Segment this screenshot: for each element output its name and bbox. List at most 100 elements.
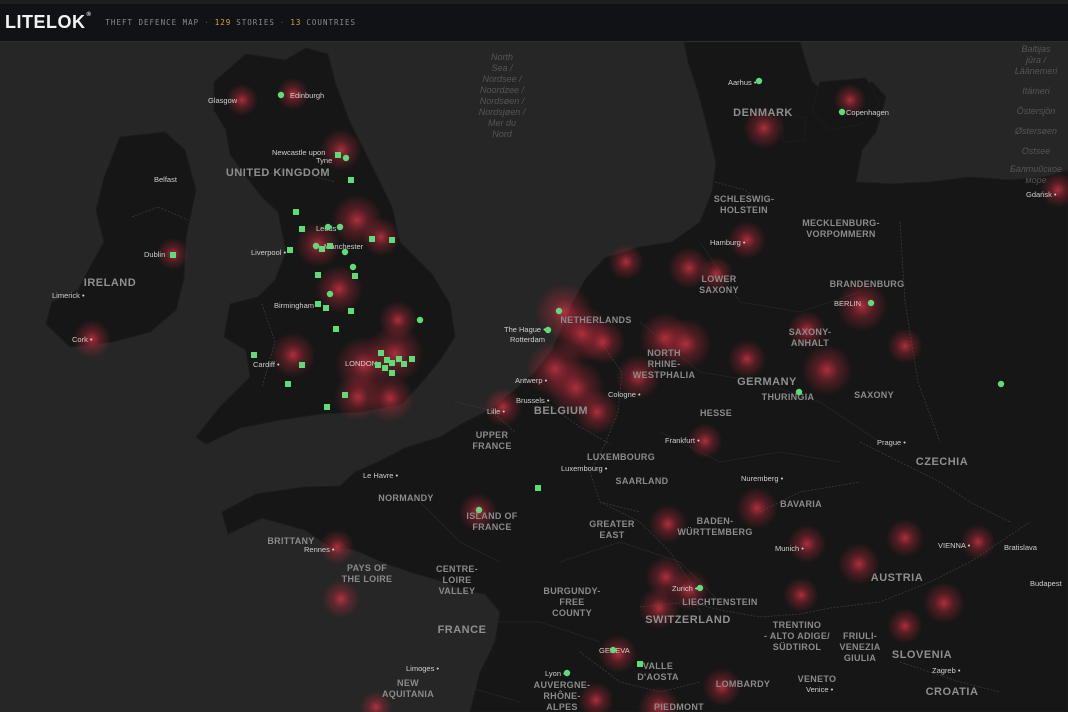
story-marker[interactable]: [319, 246, 325, 252]
story-marker[interactable]: [349, 263, 357, 271]
svg-text:ALPES: ALPES: [546, 702, 578, 712]
svg-text:Hamburg •: Hamburg •: [710, 238, 746, 247]
svg-text:Cork •: Cork •: [72, 335, 93, 344]
story-marker[interactable]: [838, 108, 846, 116]
story-marker[interactable]: [535, 485, 541, 491]
svg-text:LOWER: LOWER: [702, 274, 737, 284]
story-marker[interactable]: [755, 77, 763, 85]
story-marker[interactable]: [293, 209, 299, 215]
svg-text:FRANCE: FRANCE: [472, 522, 511, 532]
svg-text:Bratislava: Bratislava: [1004, 543, 1038, 552]
svg-text:Rennes •: Rennes •: [304, 545, 335, 554]
svg-text:BADEN-: BADEN-: [697, 516, 734, 526]
story-marker[interactable]: [369, 236, 375, 242]
svg-text:AQUITANIA: AQUITANIA: [382, 689, 434, 699]
svg-text:Балтийское: Балтийское: [1010, 164, 1062, 174]
countries-label: COUNTRIES: [306, 18, 357, 27]
story-marker[interactable]: [867, 299, 875, 307]
svg-text:VORPOMMERN: VORPOMMERN: [806, 229, 876, 239]
svg-text:AUVERGNE-: AUVERGNE-: [534, 680, 591, 690]
svg-text:- ALTO ADIGE/: - ALTO ADIGE/: [764, 631, 830, 641]
story-marker[interactable]: [563, 669, 571, 677]
story-marker[interactable]: [389, 370, 395, 376]
story-marker[interactable]: [997, 380, 1005, 388]
svg-text:Liverpool •: Liverpool •: [251, 248, 287, 257]
svg-text:SAXONY: SAXONY: [699, 285, 739, 295]
story-marker[interactable]: [342, 154, 350, 162]
story-marker[interactable]: [324, 404, 330, 410]
svg-text:NORMANDY: NORMANDY: [378, 493, 433, 503]
map-stats: THEFT DEFENCE MAP · 129 STORIES · 13 COU…: [105, 18, 356, 27]
story-marker[interactable]: [795, 388, 803, 396]
story-marker[interactable]: [389, 237, 395, 243]
svg-text:GIULIA: GIULIA: [844, 653, 876, 663]
story-marker[interactable]: [170, 252, 176, 258]
svg-text:Birmingham •: Birmingham •: [274, 301, 319, 310]
svg-text:LIECHTENSTEIN: LIECHTENSTEIN: [682, 597, 757, 607]
svg-text:VENETO: VENETO: [798, 674, 837, 684]
svg-text:MECKLENBURG-: MECKLENBURG-: [802, 218, 880, 228]
story-marker[interactable]: [555, 307, 563, 315]
story-marker[interactable]: [277, 91, 285, 99]
separator: ·: [204, 18, 210, 27]
story-marker[interactable]: [348, 177, 354, 183]
story-marker[interactable]: [312, 242, 320, 250]
svg-text:Edinburgh: Edinburgh: [290, 91, 324, 100]
svg-text:Nuremberg •: Nuremberg •: [741, 474, 784, 483]
story-marker[interactable]: [324, 223, 332, 231]
heat-spot: [321, 579, 361, 619]
svg-text:LOIRE: LOIRE: [442, 575, 471, 585]
story-marker[interactable]: [299, 362, 305, 368]
story-marker[interactable]: [475, 506, 483, 514]
north-sea-label: North: [491, 52, 513, 62]
svg-text:Lyon •: Lyon •: [545, 669, 566, 678]
story-marker[interactable]: [637, 661, 643, 667]
svg-text:Tyne: Tyne: [316, 156, 332, 165]
countries-count: 13: [290, 18, 302, 27]
svg-text:BRANDENBURG: BRANDENBURG: [830, 279, 905, 289]
story-marker[interactable]: [251, 352, 257, 358]
svg-text:Cologne •: Cologne •: [608, 390, 641, 399]
story-marker[interactable]: [375, 362, 381, 368]
story-marker[interactable]: [609, 646, 617, 654]
story-marker[interactable]: [401, 361, 407, 367]
story-marker[interactable]: [696, 584, 704, 592]
svg-text:LOMBARDY: LOMBARDY: [716, 679, 770, 689]
story-marker[interactable]: [287, 247, 293, 253]
story-marker[interactable]: [326, 290, 334, 298]
story-marker[interactable]: [323, 305, 329, 311]
story-marker[interactable]: [348, 308, 354, 314]
map-canvas[interactable]: North Sea / Nordsee / Noordzee / Nordsøe…: [0, 42, 1068, 712]
story-marker[interactable]: [333, 326, 339, 332]
heat-spot: [923, 582, 965, 624]
svg-text:Cardiff •: Cardiff •: [253, 360, 280, 369]
story-marker[interactable]: [336, 223, 344, 231]
story-marker[interactable]: [544, 326, 552, 334]
svg-text:ANHALT: ANHALT: [791, 338, 829, 348]
svg-text:Nordsjøen /: Nordsjøen /: [479, 107, 527, 117]
map-title: THEFT DEFENCE MAP: [105, 18, 200, 27]
story-marker[interactable]: [335, 152, 341, 158]
story-marker[interactable]: [382, 365, 388, 371]
story-marker[interactable]: [327, 243, 333, 249]
svg-text:Nordsee /: Nordsee /: [482, 74, 523, 84]
story-marker[interactable]: [352, 273, 358, 279]
story-marker[interactable]: [384, 357, 390, 363]
svg-text:Ostsee: Ostsee: [1022, 146, 1051, 156]
story-marker[interactable]: [342, 392, 348, 398]
label-austria: AUSTRIA: [871, 572, 923, 584]
story-marker[interactable]: [341, 248, 349, 256]
story-marker[interactable]: [315, 272, 321, 278]
story-marker[interactable]: [299, 226, 305, 232]
svg-text:SAXONY: SAXONY: [854, 390, 894, 400]
label-denmark: DENMARK: [733, 107, 793, 119]
svg-text:Zurich •: Zurich •: [672, 584, 698, 593]
story-marker[interactable]: [378, 350, 384, 356]
label-belgium: BELGIUM: [534, 405, 588, 417]
story-marker[interactable]: [315, 301, 321, 307]
litelok-logo[interactable]: LITELOK®: [5, 12, 91, 33]
story-marker[interactable]: [285, 381, 291, 387]
story-marker[interactable]: [409, 356, 415, 362]
svg-text:jūra /: jūra /: [1025, 55, 1048, 65]
story-marker[interactable]: [416, 316, 424, 324]
